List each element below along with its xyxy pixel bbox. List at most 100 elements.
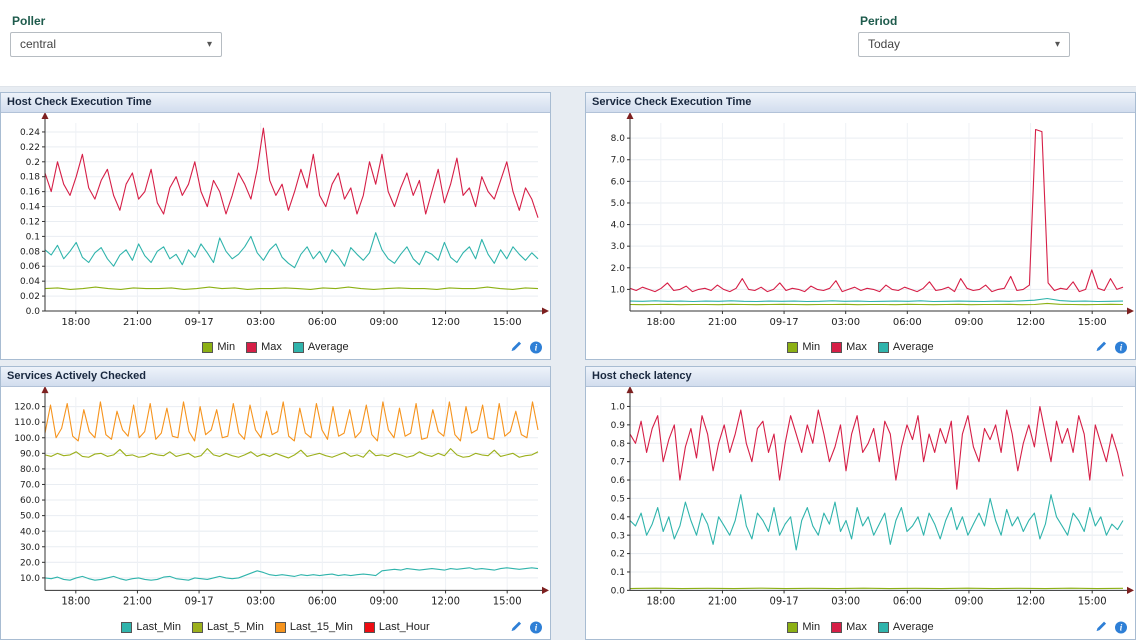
chart-title: Services Actively Checked	[1, 367, 550, 387]
legend-label: Last_5_Min	[207, 621, 264, 633]
svg-text:2.0: 2.0	[611, 264, 626, 274]
legend-swatch	[293, 342, 304, 353]
svg-text:70.0: 70.0	[20, 480, 40, 490]
svg-text:0.1: 0.1	[611, 568, 625, 578]
legend-item-last_hour[interactable]: Last_Hour	[364, 621, 430, 633]
svg-text:18:00: 18:00	[646, 317, 675, 328]
svg-text:06:00: 06:00	[308, 597, 337, 608]
poller-label: Poller	[12, 14, 45, 28]
svg-text:4.0: 4.0	[611, 221, 626, 231]
legend-items: Min Max Average	[787, 621, 933, 633]
svg-text:21:00: 21:00	[708, 597, 737, 608]
svg-text:12:00: 12:00	[431, 317, 460, 328]
legend-label: Min	[217, 341, 235, 353]
legend-swatch	[364, 622, 375, 633]
svg-text:120.0: 120.0	[14, 403, 40, 413]
chevron-down-icon: ▾	[207, 33, 212, 56]
svg-text:40.0: 40.0	[20, 527, 40, 537]
legend-item-max[interactable]: Max	[831, 621, 867, 633]
svg-text:100.0: 100.0	[14, 434, 40, 444]
svg-text:03:00: 03:00	[246, 317, 275, 328]
svg-text:6.0: 6.0	[611, 177, 626, 187]
svg-text:90.0: 90.0	[20, 449, 40, 459]
svg-text:0.16: 0.16	[20, 188, 40, 198]
chart-legend: Last_Min Last_5_Min Last_15_Min Last_Hour i	[1, 615, 550, 639]
legend-label: Last_15_Min	[290, 621, 353, 633]
info-icon[interactable]: i	[530, 621, 542, 633]
svg-text:0.3: 0.3	[611, 531, 625, 541]
legend-item-min[interactable]: Min	[787, 341, 820, 353]
panel-services-actively-checked: Services Actively Checked 10.020.030.040…	[0, 366, 551, 640]
legend-swatch	[202, 342, 213, 353]
svg-text:0.2: 0.2	[26, 158, 40, 168]
info-icon[interactable]: i	[1115, 341, 1127, 353]
svg-text:0.9: 0.9	[611, 421, 625, 431]
svg-text:3.0: 3.0	[611, 242, 626, 252]
host-check-execution-time-chart: 0.00.020.040.060.080.10.120.140.160.180.…	[1, 113, 550, 335]
svg-text:8.0: 8.0	[611, 134, 626, 144]
chart-title: Service Check Execution Time	[586, 93, 1135, 113]
svg-text:18:00: 18:00	[646, 597, 675, 608]
legend-items: Min Max Average	[787, 341, 933, 353]
svg-text:09-17: 09-17	[770, 597, 799, 608]
legend-item-max[interactable]: Max	[246, 341, 282, 353]
legend-item-average[interactable]: Average	[878, 621, 934, 633]
svg-text:15:00: 15:00	[493, 317, 522, 328]
legend-item-last_5_min[interactable]: Last_5_Min	[192, 621, 264, 633]
svg-text:06:00: 06:00	[893, 597, 922, 608]
svg-text:0.22: 0.22	[20, 143, 40, 153]
legend-item-average[interactable]: Average	[878, 341, 934, 353]
svg-text:7.0: 7.0	[611, 156, 626, 166]
svg-text:21:00: 21:00	[123, 317, 152, 328]
svg-text:0.08: 0.08	[20, 247, 40, 257]
legend-item-average[interactable]: Average	[293, 341, 349, 353]
svg-text:0.0: 0.0	[26, 307, 41, 317]
legend-label: Average	[308, 341, 349, 353]
info-icon[interactable]: i	[1115, 621, 1127, 633]
legend-label: Max	[846, 621, 867, 633]
chart-title: Host Check Execution Time	[1, 93, 550, 113]
panel-service-check-execution-time: Service Check Execution Time 1.02.03.04.…	[585, 92, 1136, 360]
panel-host-check-latency: Host check latency 0.00.10.20.30.40.50.6…	[585, 366, 1136, 640]
svg-text:20.0: 20.0	[20, 558, 40, 568]
svg-text:18:00: 18:00	[61, 317, 90, 328]
svg-text:0.02: 0.02	[20, 292, 40, 302]
edit-graph-icon[interactable]	[510, 341, 523, 354]
info-icon[interactable]: i	[530, 341, 542, 353]
legend-item-max[interactable]: Max	[831, 341, 867, 353]
svg-text:03:00: 03:00	[831, 317, 860, 328]
legend-item-min[interactable]: Min	[202, 341, 235, 353]
period-select[interactable]: Today ▾	[858, 32, 1070, 57]
svg-text:30.0: 30.0	[20, 543, 40, 553]
period-select-value: Today	[868, 37, 900, 51]
svg-text:0.6: 0.6	[611, 476, 625, 486]
svg-text:12:00: 12:00	[1016, 317, 1045, 328]
legend-items: Last_Min Last_5_Min Last_15_Min Last_Hour	[121, 621, 429, 633]
chart-legend: Min Max Average i	[586, 615, 1135, 639]
legend-swatch	[787, 342, 798, 353]
edit-graph-icon[interactable]	[1095, 621, 1108, 634]
legend-swatch	[831, 622, 842, 633]
filter-toolbar: Poller central ▾ Period Today ▾	[0, 0, 1136, 87]
edit-graph-icon[interactable]	[1095, 341, 1108, 354]
legend-label: Min	[802, 621, 820, 633]
poller-select[interactable]: central ▾	[10, 32, 222, 57]
legend-label: Average	[893, 621, 934, 633]
edit-graph-icon[interactable]	[510, 621, 523, 634]
chart-title: Host check latency	[586, 367, 1135, 387]
legend-swatch	[275, 622, 286, 633]
legend-swatch	[787, 622, 798, 633]
svg-text:06:00: 06:00	[893, 317, 922, 328]
svg-text:15:00: 15:00	[493, 597, 522, 608]
legend-item-min[interactable]: Min	[787, 621, 820, 633]
legend-item-last_min[interactable]: Last_Min	[121, 621, 181, 633]
svg-text:0.14: 0.14	[20, 203, 40, 213]
host-check-latency-chart: 0.00.10.20.30.40.50.60.70.80.91.018:0021…	[586, 387, 1135, 615]
svg-text:110.0: 110.0	[14, 418, 40, 428]
chart-legend: Min Max Average i	[1, 335, 550, 359]
svg-text:0.04: 0.04	[20, 277, 40, 287]
svg-text:18:00: 18:00	[61, 597, 90, 608]
svg-text:60.0: 60.0	[20, 496, 40, 506]
legend-item-last_15_min[interactable]: Last_15_Min	[275, 621, 353, 633]
legend-swatch	[831, 342, 842, 353]
